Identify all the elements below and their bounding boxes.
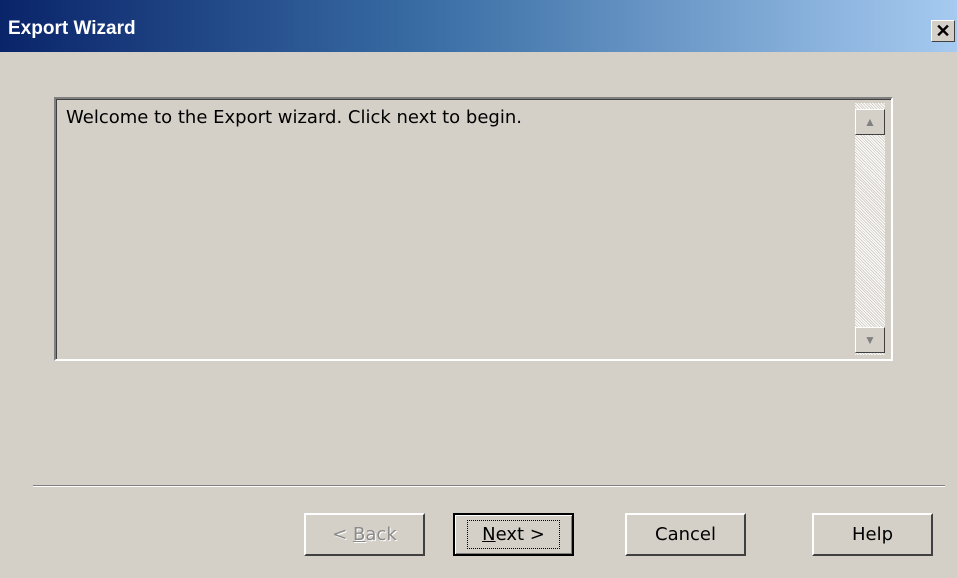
separator-line [33,485,945,487]
next-label: Next > [467,520,560,549]
help-button[interactable]: Help [812,513,933,556]
arrow-down-icon: ▼ [864,333,876,347]
cancel-button[interactable]: Cancel [625,513,746,556]
close-button[interactable]: ✕ [931,20,955,42]
message-textbox[interactable]: Welcome to the Export wizard. Click next… [54,97,893,361]
scroll-up-button[interactable]: ▲ [855,109,885,135]
back-button[interactable]: < Back [304,513,425,556]
arrow-up-icon: ▲ [864,115,876,129]
help-label: Help [851,524,894,545]
back-label: < Back [332,524,397,545]
welcome-message: Welcome to the Export wizard. Click next… [66,107,522,128]
export-wizard-window: Export Wizard ✕ Welcome to the Export wi… [0,0,957,578]
title-bar[interactable]: Export Wizard ✕ [0,0,957,52]
cancel-label: Cancel [655,524,716,545]
close-icon: ✕ [935,21,951,41]
next-button[interactable]: Next > [453,513,574,556]
scroll-down-button[interactable]: ▼ [855,327,885,353]
vertical-scrollbar[interactable]: ▲ ▼ [855,103,885,355]
window-title: Export Wizard [8,18,136,39]
